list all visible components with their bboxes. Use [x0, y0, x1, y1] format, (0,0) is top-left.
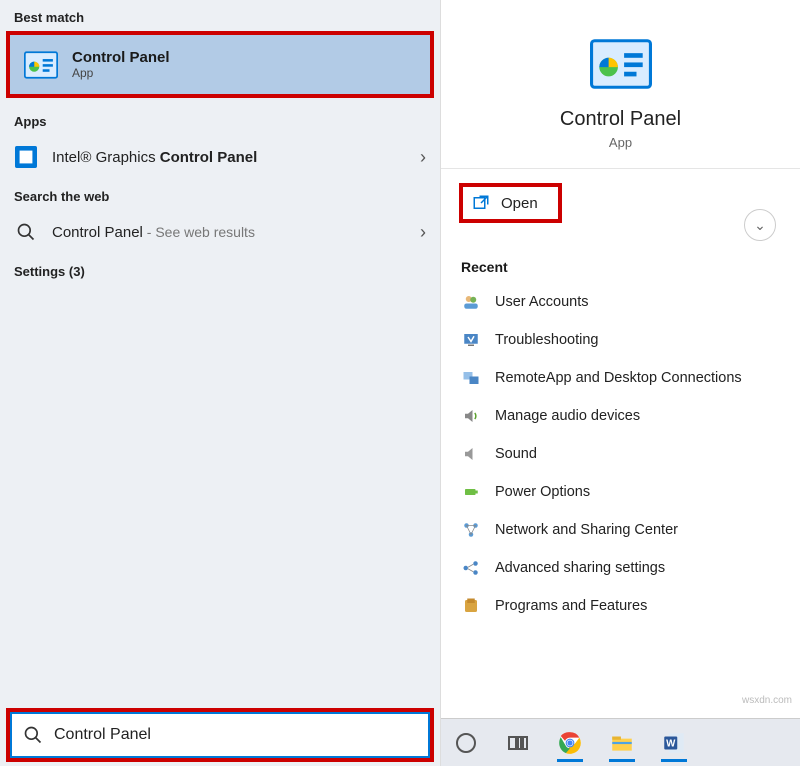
taskbar: W	[441, 718, 800, 766]
recent-item[interactable]: User Accounts	[449, 283, 792, 321]
best-match-header: Best match	[0, 0, 440, 31]
recent-item[interactable]: Troubleshooting	[449, 321, 792, 359]
detail-title: Control Panel	[560, 108, 681, 131]
chevron-down-icon: ⌄	[754, 217, 766, 234]
recent-item[interactable]: Advanced sharing settings	[449, 549, 792, 587]
troubleshooting-icon	[461, 330, 481, 350]
detail-subtitle: App	[609, 135, 632, 150]
recent-item[interactable]: Sound	[449, 435, 792, 473]
open-label: Open	[501, 195, 538, 212]
spacer	[0, 285, 440, 708]
web-header: Search the web	[0, 179, 440, 210]
intel-icon	[14, 145, 38, 169]
web-item-control-panel[interactable]: Control Panel - See web results ›	[0, 210, 440, 254]
power-options-icon	[461, 482, 481, 502]
open-icon	[471, 193, 491, 213]
recent-item[interactable]: RemoteApp and Desktop Connections	[449, 359, 792, 397]
network-sharing-icon	[461, 520, 481, 540]
recent-item[interactable]: Network and Sharing Center	[449, 511, 792, 549]
recent-list: User Accounts Troubleshooting RemoteApp …	[441, 283, 800, 625]
results-column: Best match Control Panel App Apps Intel®…	[0, 0, 440, 766]
best-match-control-panel[interactable]: Control Panel App	[6, 31, 434, 98]
detail-column: Control Panel App Open ⌄ Recent User Acc…	[440, 0, 800, 766]
app-item-intel-graphics-cp[interactable]: Intel® Graphics Control Panel ›	[0, 135, 440, 179]
expand-button[interactable]: ⌄	[744, 209, 776, 241]
audio-devices-icon	[461, 406, 481, 426]
word-icon[interactable]: W	[655, 724, 693, 762]
best-match-text: Control Panel App	[72, 49, 170, 80]
remoteapp-icon	[461, 368, 481, 388]
user-accounts-icon	[461, 292, 481, 312]
search-box-highlight: Control Panel	[6, 708, 434, 762]
cortana-icon[interactable]	[447, 724, 485, 762]
control-panel-icon	[590, 38, 652, 90]
search-input[interactable]: Control Panel	[10, 712, 430, 758]
chevron-right-icon: ›	[420, 222, 426, 243]
start-search-panel: Best match Control Panel App Apps Intel®…	[0, 0, 800, 766]
sound-icon	[461, 444, 481, 464]
open-button[interactable]: Open	[459, 183, 562, 223]
search-icon	[14, 220, 38, 244]
search-query-text: Control Panel	[54, 726, 151, 744]
advanced-sharing-icon	[461, 558, 481, 578]
recent-item[interactable]: Manage audio devices	[449, 397, 792, 435]
chrome-icon[interactable]	[551, 724, 589, 762]
search-icon	[22, 724, 44, 746]
chevron-right-icon: ›	[420, 147, 426, 168]
web-item-label: Control Panel - See web results	[52, 224, 255, 241]
actions-row: Open ⌄	[441, 169, 800, 237]
control-panel-icon	[24, 51, 58, 79]
svg-text:W: W	[666, 738, 676, 749]
settings-header: Settings (3)	[0, 254, 440, 285]
best-match-title: Control Panel	[72, 49, 170, 66]
apps-header: Apps	[0, 104, 440, 135]
best-match-subtitle: App	[72, 66, 170, 80]
recent-item[interactable]: Power Options	[449, 473, 792, 511]
task-view-icon[interactable]	[499, 724, 537, 762]
app-item-label: Intel® Graphics Control Panel	[52, 149, 257, 166]
detail-header: Control Panel App	[441, 0, 800, 169]
programs-features-icon	[461, 596, 481, 616]
recent-header: Recent	[441, 237, 800, 283]
watermark: wsxdn.com	[742, 695, 792, 706]
file-explorer-icon[interactable]	[603, 724, 641, 762]
recent-item[interactable]: Programs and Features	[449, 587, 792, 625]
